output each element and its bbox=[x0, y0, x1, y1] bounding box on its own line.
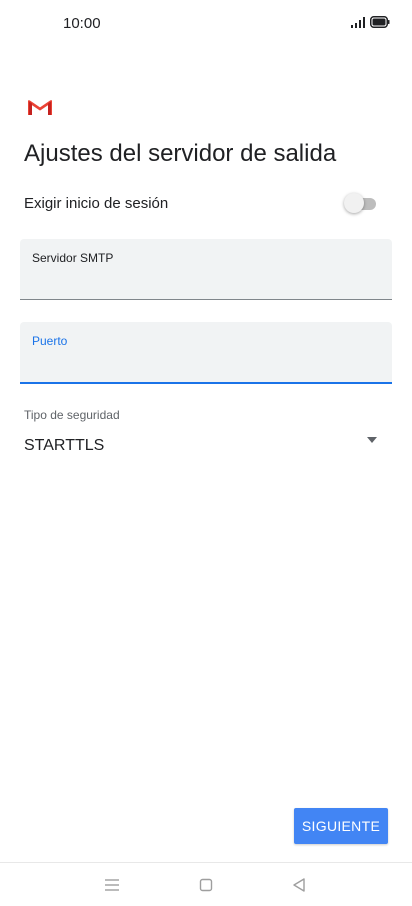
require-login-label: Exigir inicio de sesión bbox=[24, 195, 169, 212]
toggle-thumb bbox=[344, 193, 364, 213]
smtp-server-input[interactable] bbox=[32, 269, 372, 291]
dropdown-arrow-icon bbox=[367, 437, 377, 443]
back-icon[interactable] bbox=[289, 875, 309, 895]
security-type-value: STARTTLS bbox=[24, 437, 105, 454]
require-login-row: Exigir inicio de sesión bbox=[24, 188, 380, 220]
port-field[interactable]: Puerto bbox=[20, 322, 392, 384]
smtp-server-field[interactable]: Servidor SMTP bbox=[20, 239, 392, 300]
security-type-select[interactable]: STARTTLS bbox=[24, 430, 384, 462]
page-title: Ajustes del servidor de salida bbox=[24, 140, 337, 167]
navigation-bar bbox=[0, 862, 412, 906]
status-time: 10:00 bbox=[63, 15, 101, 32]
port-input[interactable] bbox=[32, 352, 372, 374]
smtp-server-label: Servidor SMTP bbox=[32, 251, 114, 265]
next-button[interactable]: SIGUIENTE bbox=[294, 808, 388, 844]
home-icon[interactable] bbox=[196, 875, 216, 895]
signal-icon bbox=[351, 17, 365, 28]
port-label: Puerto bbox=[32, 334, 68, 348]
status-bar: 10:00 bbox=[0, 0, 412, 48]
require-login-toggle[interactable] bbox=[344, 193, 378, 215]
menu-icon[interactable] bbox=[102, 875, 122, 895]
battery-icon bbox=[370, 16, 390, 28]
gmail-logo-icon bbox=[28, 100, 52, 115]
security-type-caption: Tipo de seguridad bbox=[24, 408, 120, 422]
